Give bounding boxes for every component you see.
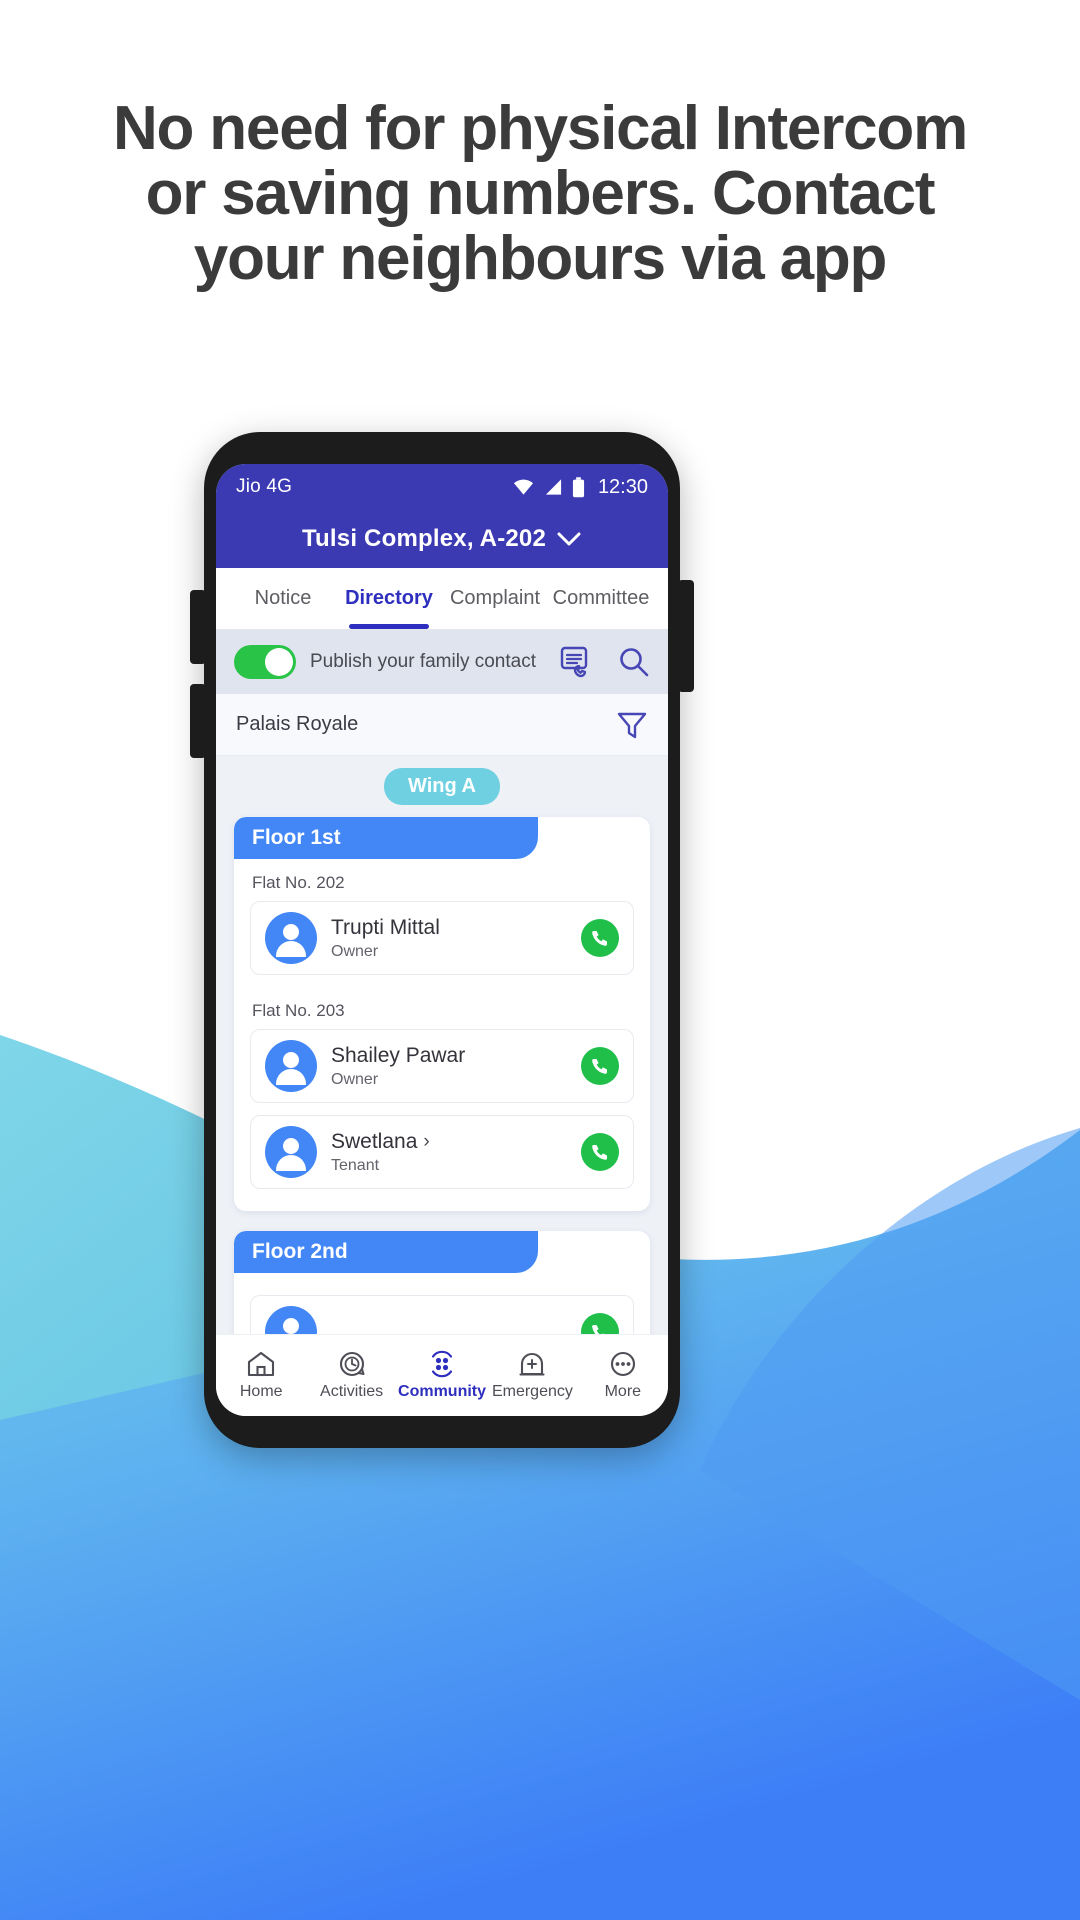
resident-role: Owner xyxy=(331,1070,379,1088)
contact-list-phone-icon[interactable] xyxy=(560,646,596,678)
wing-row: Wing A xyxy=(216,768,668,805)
wing-chip[interactable]: Wing A xyxy=(384,768,500,805)
flat-label: Flat No. 203 xyxy=(252,1001,345,1020)
signal-icon xyxy=(544,478,563,496)
phone-mockup: Jio 4G 12:30 Tulsi Complex, A-202 Notice… xyxy=(190,432,694,1448)
home-icon xyxy=(246,1350,276,1378)
volume-up-button[interactable] xyxy=(190,590,206,664)
clock-refresh-icon xyxy=(337,1350,367,1378)
floor-title: Floor 1st xyxy=(234,817,538,859)
page-title: No need for physical Intercom or saving … xyxy=(112,94,968,294)
resident-row[interactable]: Shailey Pawar Owner xyxy=(250,1029,634,1103)
nav-item-emergency[interactable]: Emergency xyxy=(487,1350,577,1401)
resident-role: Owner xyxy=(331,942,379,960)
call-button[interactable] xyxy=(581,1133,619,1171)
avatar xyxy=(265,912,317,964)
nav-label: Home xyxy=(239,1383,283,1400)
emergency-plus-icon xyxy=(517,1350,547,1378)
directory-list[interactable]: Wing A Floor 1st Flat No. 202 Trupti Mit… xyxy=(216,756,668,1380)
nav-item-more[interactable]: More xyxy=(578,1350,668,1401)
toggle-knob xyxy=(265,648,293,676)
nav-label: Emergency xyxy=(491,1383,573,1400)
resident-name: Shailey Pawar xyxy=(331,1043,466,1067)
nav-label: Activities xyxy=(320,1383,384,1400)
society-title[interactable]: Tulsi Complex, A-202 xyxy=(302,525,546,553)
wifi-icon xyxy=(512,478,535,496)
nav-item-activities[interactable]: Activities xyxy=(306,1350,396,1401)
flat-label: Flat No. 202 xyxy=(252,873,345,892)
nav-label: More xyxy=(604,1383,642,1400)
app-bar: Tulsi Complex, A-202 xyxy=(216,510,668,568)
nav-label: Community xyxy=(398,1383,487,1400)
avatar xyxy=(265,1040,317,1092)
tab-committee[interactable]: Committee xyxy=(548,568,654,629)
tab-notice[interactable]: Notice xyxy=(230,568,336,629)
society-filter-row: Palais Royale xyxy=(216,694,668,756)
floor-title: Floor 2nd xyxy=(234,1231,538,1273)
resident-role: Tenant xyxy=(331,1156,380,1174)
chevron-right-icon[interactable]: › xyxy=(423,1131,429,1153)
more-dots-icon xyxy=(608,1350,638,1378)
resident-row[interactable]: Swetlana › Tenant xyxy=(250,1115,634,1189)
nav-item-home[interactable]: Home xyxy=(216,1350,306,1401)
filter-icon[interactable] xyxy=(616,709,648,741)
floor-card: Floor 1st Flat No. 202 Trupti Mittal Own… xyxy=(234,817,650,1211)
publish-family-contact-row: Publish your family contact xyxy=(216,630,668,694)
search-icon[interactable] xyxy=(618,646,650,678)
avatar xyxy=(265,1126,317,1178)
bottom-navigation: Home Activities Community Emergency More xyxy=(216,1334,668,1416)
clock-label: 12:30 xyxy=(597,475,648,498)
phone-screen: Jio 4G 12:30 Tulsi Complex, A-202 Notice… xyxy=(216,464,668,1416)
society-name-label: Palais Royale xyxy=(236,713,359,735)
tab-complaint[interactable]: Complaint xyxy=(442,568,548,629)
call-button[interactable] xyxy=(581,919,619,957)
carrier-label: Jio 4G xyxy=(236,476,293,497)
tab-bar: Notice Directory Complaint Committee xyxy=(216,568,668,630)
resident-name: Trupti Mittal xyxy=(331,915,440,939)
tab-directory[interactable]: Directory xyxy=(336,568,442,629)
community-dots-icon xyxy=(427,1350,457,1378)
status-bar: Jio 4G 12:30 xyxy=(216,464,668,510)
publish-contact-toggle[interactable] xyxy=(234,645,296,679)
chevron-down-icon[interactable] xyxy=(556,531,582,547)
resident-row[interactable]: Trupti Mittal Owner xyxy=(250,901,634,975)
resident-name: Swetlana xyxy=(331,1129,418,1153)
nav-item-community[interactable]: Community xyxy=(397,1350,487,1401)
volume-down-button[interactable] xyxy=(190,684,206,758)
battery-icon xyxy=(572,476,585,498)
call-button[interactable] xyxy=(581,1047,619,1085)
power-button[interactable] xyxy=(678,580,694,692)
publish-contact-label: Publish your family contact xyxy=(310,651,536,672)
